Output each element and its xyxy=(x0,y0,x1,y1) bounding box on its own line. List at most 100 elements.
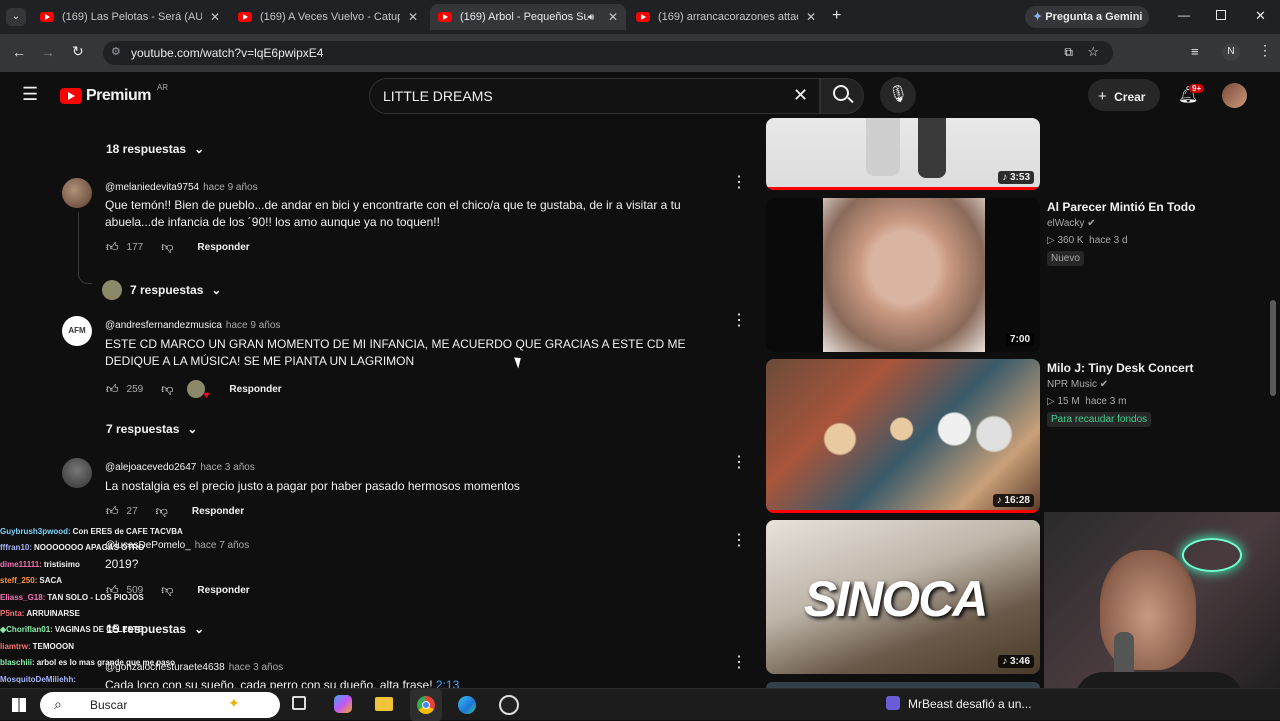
video-title[interactable]: Milo J: Tiny Desk Concert xyxy=(1047,361,1247,375)
obs-icon[interactable] xyxy=(499,695,519,715)
tab-close-icon[interactable]: ✕ xyxy=(608,10,618,24)
comment-actions: 👍︎ 177 👎︎ Responder xyxy=(106,240,250,255)
dislike-icon[interactable]: 👎︎ xyxy=(161,240,173,255)
author-handle[interactable]: @alejoacevedo2647 xyxy=(105,462,196,473)
channel-name[interactable]: elWacky ✔ xyxy=(1047,218,1096,229)
gemini-button[interactable]: ✦ Pregunta a Gemini xyxy=(1025,6,1149,28)
comment-time[interactable]: hace 7 años xyxy=(195,540,250,551)
minimize-button[interactable]: — xyxy=(1178,8,1190,22)
commenter-avatar[interactable]: AFM xyxy=(62,316,92,346)
reload-icon[interactable]: ↻ xyxy=(72,43,84,60)
channel-label[interactable]: elWacky xyxy=(1047,218,1084,229)
stream-chat-overlay: Guybrush3pwood: Con ERES de CAFE TACVBA f… xyxy=(0,524,200,688)
install-app-icon[interactable]: ⧉ xyxy=(1064,45,1073,60)
file-explorer-icon[interactable] xyxy=(375,697,393,711)
comment-menu-icon[interactable]: ⋮ xyxy=(731,313,747,329)
bookmark-star-icon[interactable]: ☆ xyxy=(1087,44,1099,60)
tab-close-icon[interactable]: ✕ xyxy=(408,10,418,24)
address-bar[interactable]: ⚙ youtube.com/watch?v=lqE6pwipxE4 ⧉ ☆ xyxy=(103,41,1113,65)
channel-label[interactable]: NPR Music xyxy=(1047,379,1097,390)
forward-arrow-icon[interactable]: → xyxy=(41,44,55,60)
chat-message: liamtrw: TEMOOON xyxy=(0,641,75,651)
user-avatar[interactable] xyxy=(1222,83,1247,108)
video-stats: ▷ 15 M hace 3 m xyxy=(1047,396,1126,407)
comment-time[interactable]: hace 3 años xyxy=(229,662,284,673)
reply-button[interactable]: Responder xyxy=(197,242,249,253)
comment-timestamp-link[interactable]: 2:13 xyxy=(436,678,459,688)
comment-time[interactable]: hace 9 años xyxy=(203,182,258,193)
gemini-label: Pregunta a Gemini xyxy=(1045,11,1143,23)
new-tab-button[interactable]: + xyxy=(832,7,841,25)
reply-button[interactable]: Responder xyxy=(197,585,249,596)
speaker-icon[interactable]: 🔊︎ xyxy=(588,12,594,23)
tab-a-veces-vuelvo[interactable]: (169) A Veces Vuelvo - Catupec ✕ xyxy=(230,4,426,30)
channel-name[interactable]: NPR Music ✔ xyxy=(1047,379,1108,390)
youtube-favicon-icon xyxy=(636,12,650,22)
commenter-avatar[interactable] xyxy=(62,178,92,208)
search-button[interactable] xyxy=(820,78,864,114)
tab-close-icon[interactable]: ✕ xyxy=(806,10,816,24)
comment-menu-icon[interactable]: ⋮ xyxy=(731,175,747,191)
commenter-avatar[interactable] xyxy=(62,458,92,488)
copilot-icon[interactable] xyxy=(334,695,352,713)
chrome-taskbar-icon[interactable] xyxy=(410,689,442,721)
replies-toggle[interactable]: 18 respuestas ⌄ xyxy=(106,142,204,156)
extensions-icon[interactable]: ≡ xyxy=(1191,44,1199,59)
chevron-down-icon: ⌄ xyxy=(194,142,205,156)
taskbar-search[interactable]: ⌕ Buscar ✦ xyxy=(40,692,280,718)
comment-author[interactable]: @alejoacevedo2647 hace 3 años xyxy=(105,462,255,473)
hamburger-menu-icon[interactable]: ☰ xyxy=(22,85,38,103)
replies-toggle[interactable]: 7 respuestas ⌄ xyxy=(106,422,197,436)
like-icon[interactable]: 👍︎ xyxy=(106,382,119,397)
reply-button[interactable]: Responder xyxy=(229,384,281,395)
chat-message: MosquitoDeMiliehh: xyxy=(0,674,76,684)
tab-arbol[interactable]: (169) Arbol - Pequeños Sue 🔊︎ ✕ xyxy=(430,4,626,30)
site-info-icon[interactable]: ⚙ xyxy=(111,45,121,58)
tab-las-pelotas[interactable]: (169) Las Pelotas - Será (AUDIO ✕ xyxy=(32,4,228,30)
windows-start-icon[interactable] xyxy=(12,698,26,712)
author-handle[interactable]: @melaniedevita9754 xyxy=(105,182,199,193)
task-view-icon[interactable] xyxy=(292,696,306,710)
comment-menu-icon[interactable]: ⋮ xyxy=(731,455,747,471)
video-thumbnail[interactable]: ♪ 3:53 xyxy=(766,118,1040,190)
comment-menu-icon[interactable]: ⋮ xyxy=(731,655,747,671)
menu-kebab-icon[interactable]: ⋮ xyxy=(1258,42,1272,59)
like-icon[interactable]: 👍︎ xyxy=(106,504,119,519)
create-button[interactable]: + Crear xyxy=(1088,79,1160,111)
page-scrollbar[interactable] xyxy=(1270,300,1276,396)
author-handle[interactable]: @andresfernandezmusica xyxy=(105,320,222,331)
tab-search-dropdown[interactable]: ⌄ xyxy=(6,8,26,26)
clear-search-icon[interactable]: ✕ xyxy=(793,85,808,106)
like-icon[interactable]: 👍︎ xyxy=(106,240,119,255)
youtube-play-icon xyxy=(60,88,82,104)
video-thumbnail[interactable]: ♪ 16:28 xyxy=(766,359,1040,513)
dislike-icon[interactable]: 👎︎ xyxy=(161,382,173,397)
comment-time[interactable]: hace 9 años xyxy=(226,320,281,331)
search-input[interactable]: LITTLE DREAMS ✕ xyxy=(369,78,820,114)
video-thumbnail[interactable]: 7:00 xyxy=(766,198,1040,352)
profile-avatar[interactable]: N xyxy=(1222,43,1240,61)
tab-close-icon[interactable]: ✕ xyxy=(210,10,220,24)
thumbnail-overlay-text: SINOCA xyxy=(804,571,988,627)
news-widget[interactable]: MrBeast desafió a un... xyxy=(886,696,1031,711)
chat-message: dime11111: tristisimo xyxy=(0,559,80,569)
edge-icon[interactable] xyxy=(458,696,476,714)
video-thumbnail[interactable]: SINOCA ♪ 3:46 xyxy=(766,520,1040,674)
view-count: 360 K xyxy=(1057,235,1084,246)
comment-author[interactable]: @andresfernandezmusica hace 9 años xyxy=(105,320,280,331)
replies-toggle[interactable]: 7 respuestas ⌄ xyxy=(102,280,221,300)
comment-author[interactable]: @melaniedevita9754 hace 9 años xyxy=(105,182,258,193)
comment-menu-icon[interactable]: ⋮ xyxy=(731,533,747,549)
chat-message: Eliass_G18: TAN SOLO - LOS PIOJOS xyxy=(0,592,144,602)
youtube-logo[interactable]: Premium AR xyxy=(60,83,168,105)
comment-time[interactable]: hace 3 años xyxy=(200,462,255,473)
youtube-favicon-icon xyxy=(438,12,452,22)
dislike-icon[interactable]: 👎︎ xyxy=(156,504,168,519)
back-arrow-icon[interactable]: ← xyxy=(12,44,26,60)
close-window-button[interactable]: ✕ xyxy=(1255,8,1266,24)
voice-search-mic-icon[interactable]: 🎙︎ xyxy=(880,77,916,113)
reply-button[interactable]: Responder xyxy=(192,506,244,517)
restore-button[interactable] xyxy=(1216,10,1226,20)
video-title[interactable]: Al Parecer Mintió En Todo xyxy=(1047,200,1247,214)
tab-arrancacorazones[interactable]: (169) arrancacorazones attaque ✕ xyxy=(628,4,824,30)
